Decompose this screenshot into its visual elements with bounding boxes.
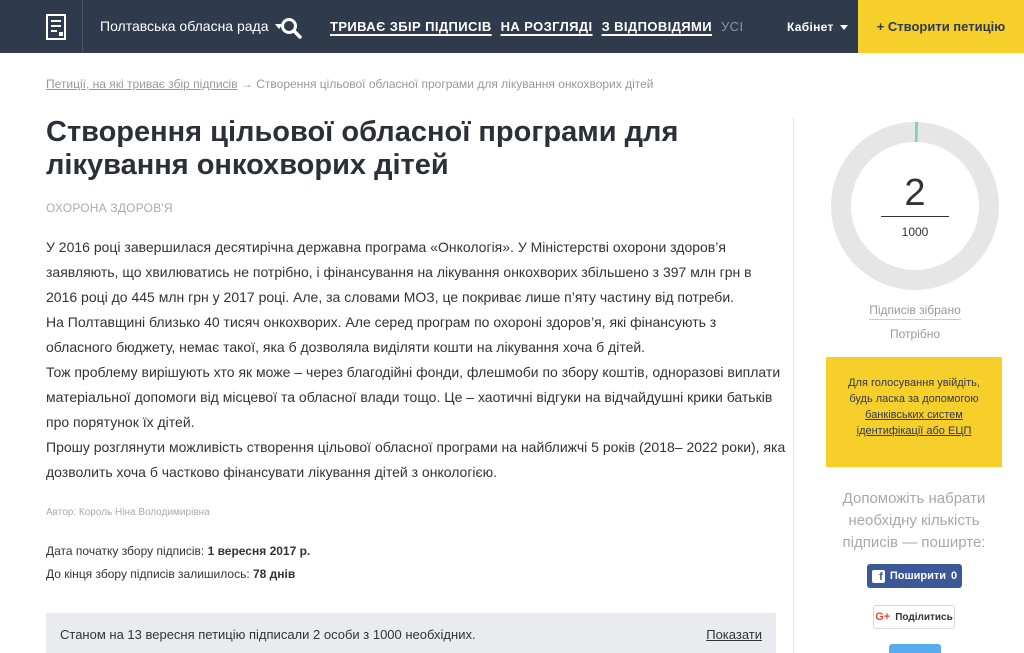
petition-paragraph: На Полтавщині близько 40 тисяч онкохвори… <box>46 314 717 355</box>
petition-paragraph: Тож проблему вирішують хто як може – чер… <box>46 364 781 430</box>
collected-label-text: Підписів зібрано <box>869 303 961 320</box>
petition-paragraph: У 2016 році завершилася десятирічна держ… <box>46 239 752 305</box>
signatures-target: 1000 <box>901 225 929 239</box>
breadcrumb: Петиції, на які триває збір підписів → С… <box>46 77 653 91</box>
petition-body: У 2016 році завершилася десятирічна держ… <box>46 235 786 485</box>
cabinet-menu[interactable]: Кабінет <box>787 20 848 34</box>
petition-category: ОХОРОНА ЗДОРОВ'Я <box>46 201 173 215</box>
signatures-count: 2 <box>904 172 926 214</box>
main-nav: ТРИВАЄ ЗБІР ПІДПИСІВ НА РОЗГЛЯДІ З ВІДПО… <box>330 19 743 34</box>
breadcrumb-separator: → <box>237 77 257 91</box>
create-petition-button[interactable]: + Створити петицію <box>858 0 1024 53</box>
google-plus-icon: G+ <box>875 611 891 623</box>
google-plus-share-label: Поділитись <box>895 611 953 623</box>
column-divider <box>793 117 794 653</box>
signatures-status-text: Станом на 13 вересня петицію підписали 2… <box>60 627 476 642</box>
bank-id-link[interactable]: банківських систем ідентифікації або ЕЦП <box>857 409 972 437</box>
breadcrumb-parent-link[interactable]: Петиції, на які триває збір підписів <box>46 77 238 91</box>
facebook-icon: f <box>871 569 885 583</box>
share-prompt: Допоможіть набрати необхідну кількість п… <box>842 490 986 551</box>
nav-collecting[interactable]: ТРИВАЄ ЗБІР ПІДПИСІВ <box>330 19 492 34</box>
facebook-share-button[interactable]: f Поширити 0 <box>867 564 962 588</box>
days-remaining: До кінця збору підписів залишилось: 78 д… <box>46 567 295 581</box>
site-logo[interactable] <box>30 0 83 53</box>
petition-author: Автор: Король Ніна Володимирівна <box>46 507 210 518</box>
breadcrumb-current: Створення цільової обласної програми для… <box>256 77 654 91</box>
facebook-share-count: 0 <box>951 570 958 582</box>
start-date: Дата початку збору підписів: 1 вересня 2… <box>46 544 310 558</box>
start-date-value: 1 вересня 2017 р. <box>207 544 311 558</box>
nav-with-answers[interactable]: З ВІДПОВІДЯМИ <box>602 19 712 34</box>
nav-under-review[interactable]: НА РОЗГЛЯДІ <box>501 19 593 34</box>
days-remaining-label: До кінця збору підписів залишилось: <box>46 567 253 581</box>
document-icon <box>46 13 66 40</box>
vote-login-notice: Для голосування увійдіть, будь ласка за … <box>826 357 1002 467</box>
days-remaining-value: 78 днів <box>253 567 296 581</box>
region-label: Полтавська обласна рада <box>100 18 269 34</box>
show-signers-link[interactable]: Показати <box>706 627 762 642</box>
page-title: Створення цільової обласної програми для… <box>46 116 679 181</box>
top-navigation-bar: Полтавська обласна рада ТРИВАЄ ЗБІР ПІДП… <box>0 0 1024 53</box>
petition-paragraph: Прошу розглянути можливість створення ці… <box>46 439 786 480</box>
google-plus-share-button[interactable]: G+ Поділитись <box>873 605 955 629</box>
signatures-collected-label: Підписів зібрано <box>831 303 999 320</box>
cabinet-label: Кабінет <box>787 20 834 34</box>
signatures-needed-label: Потрібно <box>889 327 941 341</box>
region-selector[interactable]: Полтавська обласна рада <box>100 18 283 34</box>
facebook-share-label: Поширити <box>889 570 947 582</box>
twitter-share-button[interactable] <box>889 644 941 653</box>
start-date-label: Дата початку збору підписів: <box>46 544 208 558</box>
signatures-status-bar: Станом на 13 вересня петицію підписали 2… <box>46 613 776 653</box>
nav-all[interactable]: УСІ <box>721 19 743 34</box>
search-icon[interactable] <box>280 17 302 39</box>
vote-notice-text: Для голосування увійдіть, будь ласка за … <box>848 377 980 405</box>
count-divider <box>881 216 949 217</box>
chevron-down-icon <box>839 24 848 30</box>
